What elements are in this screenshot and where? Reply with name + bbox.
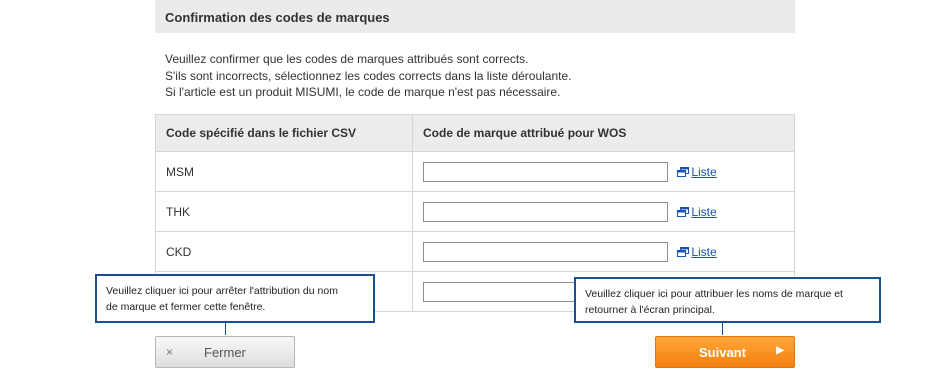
section-title: Confirmation des codes de marques <box>165 10 390 25</box>
new-window-icon <box>677 246 690 257</box>
tooltip-pointer <box>225 323 226 335</box>
close-button-label: Fermer <box>204 345 246 360</box>
liste-link[interactable]: Liste <box>677 164 717 179</box>
column-header-csv-code: Code spécifié dans le fichier CSV <box>155 114 413 152</box>
tooltip-pointer <box>722 323 723 335</box>
next-button-label: Suivant <box>699 345 746 360</box>
table-row: THK Liste <box>155 191 795 232</box>
csv-code-cell: MSM <box>155 151 413 192</box>
brand-code-input[interactable] <box>423 241 668 262</box>
wos-code-cell: Liste <box>412 151 795 192</box>
next-help-tooltip: Veuillez cliquer ici pour attribuer les … <box>574 277 881 335</box>
table-row: CKD Liste <box>155 231 795 272</box>
next-button[interactable]: Suivant ▶ <box>655 336 795 368</box>
close-icon: × <box>166 345 174 359</box>
csv-code-cell: CKD <box>155 231 413 272</box>
table-row: MSM Liste <box>155 151 795 192</box>
close-help-tooltip: Veuillez cliquer ici pour arrêter l'attr… <box>95 274 375 335</box>
close-button[interactable]: × Fermer <box>155 336 295 368</box>
tooltip-line: retourner à l'écran principal. <box>585 304 715 316</box>
liste-link[interactable]: Liste <box>677 204 717 219</box>
liste-link-label: Liste <box>691 244 717 259</box>
wos-code-cell: Liste <box>412 191 795 232</box>
tooltip-line: de marque et fermer cette fenêtre. <box>106 301 266 313</box>
tooltip-line: Veuillez cliquer ici pour arrêter l'attr… <box>106 285 338 297</box>
intro-line: Veuillez confirmer que les codes de marq… <box>165 52 529 66</box>
wos-code-cell: Liste <box>412 231 795 272</box>
table-header-row: Code spécifié dans le fichier CSV Code d… <box>155 114 795 152</box>
intro-text: Veuillez confirmer que les codes de marq… <box>165 51 785 101</box>
liste-link-label: Liste <box>691 204 717 219</box>
brand-code-input[interactable] <box>423 201 668 222</box>
intro-line: S'ils sont incorrects, sélectionnez les … <box>165 68 572 83</box>
csv-code-cell: THK <box>155 191 413 232</box>
new-window-icon <box>677 166 690 177</box>
liste-link[interactable]: Liste <box>677 244 717 259</box>
column-header-wos-code: Code de marque attribué pour WOS <box>412 114 795 152</box>
new-window-icon <box>677 206 690 217</box>
section-header: Confirmation des codes de marques <box>155 0 795 33</box>
play-arrow-icon: ▶ <box>776 345 784 356</box>
liste-link-label: Liste <box>691 164 717 179</box>
tooltip-line: Veuillez cliquer ici pour attribuer les … <box>585 288 843 300</box>
intro-line: Si l'article est un produit MISUMI, le c… <box>165 85 561 99</box>
brand-code-input[interactable] <box>423 161 668 182</box>
